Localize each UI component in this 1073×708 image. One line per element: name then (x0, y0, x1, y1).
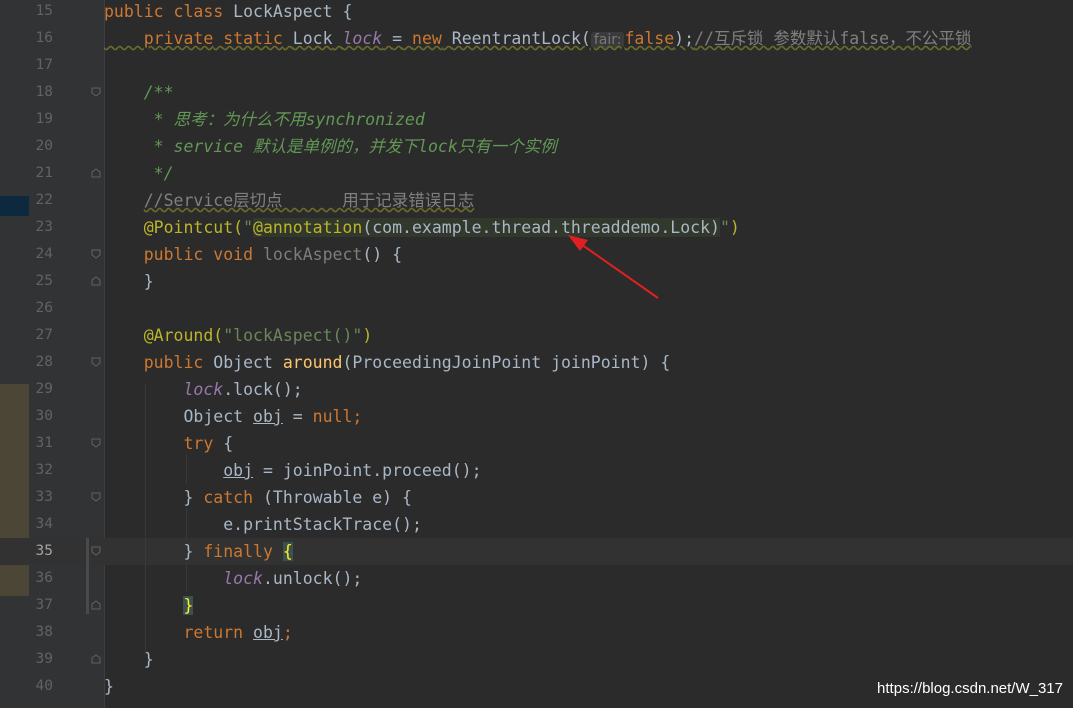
red-arrow-annotation (568, 235, 659, 299)
watermark: https://blog.csdn.net/W_317 (877, 680, 1063, 697)
